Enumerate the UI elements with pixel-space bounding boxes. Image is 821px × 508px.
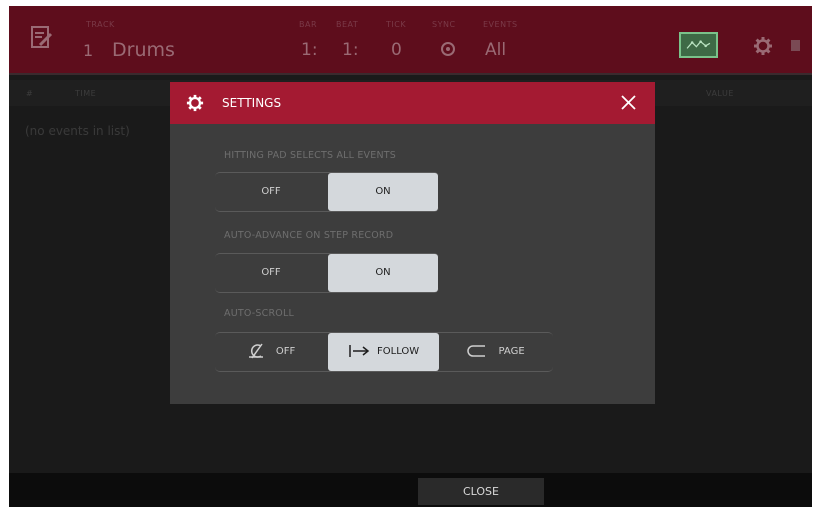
track-number[interactable]: 1: [83, 41, 93, 60]
gear-icon: [186, 94, 204, 112]
track-name[interactable]: Drums: [112, 39, 175, 61]
auto-advance-toggle: OFF ON: [215, 253, 439, 293]
beat-label: BEAT: [336, 20, 359, 29]
header-bar: TRACK 1 Drums BAR BEAT TICK SYNC EVENTS …: [9, 6, 812, 73]
header-divider: [9, 73, 812, 75]
edit-icon[interactable]: [31, 26, 53, 50]
clock-icon[interactable]: [441, 42, 455, 56]
column-number: #: [26, 89, 34, 98]
step-edit-screen: TRACK 1 Drums BAR BEAT TICK SYNC EVENTS …: [9, 6, 812, 507]
settings-title: SETTINGS: [222, 96, 282, 110]
pad-selects-on-option[interactable]: ON: [328, 173, 438, 211]
waveform-icon[interactable]: [679, 32, 718, 58]
auto-scroll-follow-option[interactable]: FOLLOW: [328, 333, 439, 371]
gear-icon[interactable]: [753, 36, 773, 56]
setting-label-pad-selects: HITTING PAD SELECTS ALL EVENTS: [224, 150, 396, 161]
close-icon[interactable]: [620, 94, 637, 111]
auto-advance-on-option[interactable]: ON: [328, 254, 438, 292]
settings-dialog: SETTINGS HITTING PAD SELECTS ALL EVENTS …: [170, 82, 655, 404]
bar-value[interactable]: 1:: [301, 40, 318, 60]
column-time: TIME: [75, 89, 97, 98]
beat-value[interactable]: 1:: [342, 40, 359, 60]
footer-bar: [9, 473, 812, 507]
sync-label: SYNC: [432, 20, 456, 29]
pad-selects-off-option[interactable]: OFF: [215, 173, 327, 211]
follow-arrow-icon: [349, 345, 370, 357]
settings-dialog-header: SETTINGS: [170, 82, 655, 124]
auto-scroll-toggle: OFF FOLLOW PAGE: [215, 332, 553, 372]
auto-advance-off-option[interactable]: OFF: [215, 254, 327, 292]
auto-scroll-off-label: OFF: [275, 346, 296, 357]
tick-label: TICK: [386, 20, 407, 29]
menu-bar-icon[interactable]: [791, 40, 800, 51]
column-value: VALUE: [706, 89, 734, 98]
events-value[interactable]: All: [485, 40, 506, 60]
tick-value[interactable]: 0: [391, 40, 402, 60]
auto-scroll-off-option[interactable]: OFF: [215, 333, 327, 371]
auto-scroll-follow-label: FOLLOW: [377, 346, 420, 357]
bar-label: BAR: [299, 20, 318, 29]
pad-selects-toggle: OFF ON: [215, 172, 439, 212]
events-label: EVENTS: [483, 20, 518, 29]
empty-list-text: (no events in list): [25, 124, 130, 138]
setting-label-auto-scroll: AUTO-SCROLL: [224, 308, 294, 319]
auto-scroll-page-option[interactable]: PAGE: [440, 333, 552, 371]
track-label: TRACK: [86, 20, 115, 29]
setting-label-auto-advance: AUTO-ADVANCE ON STEP RECORD: [224, 230, 394, 241]
close-button[interactable]: CLOSE: [418, 478, 544, 505]
page-icon: [467, 345, 486, 357]
scroll-off-icon: [248, 343, 263, 359]
auto-scroll-page-label: PAGE: [498, 346, 525, 357]
